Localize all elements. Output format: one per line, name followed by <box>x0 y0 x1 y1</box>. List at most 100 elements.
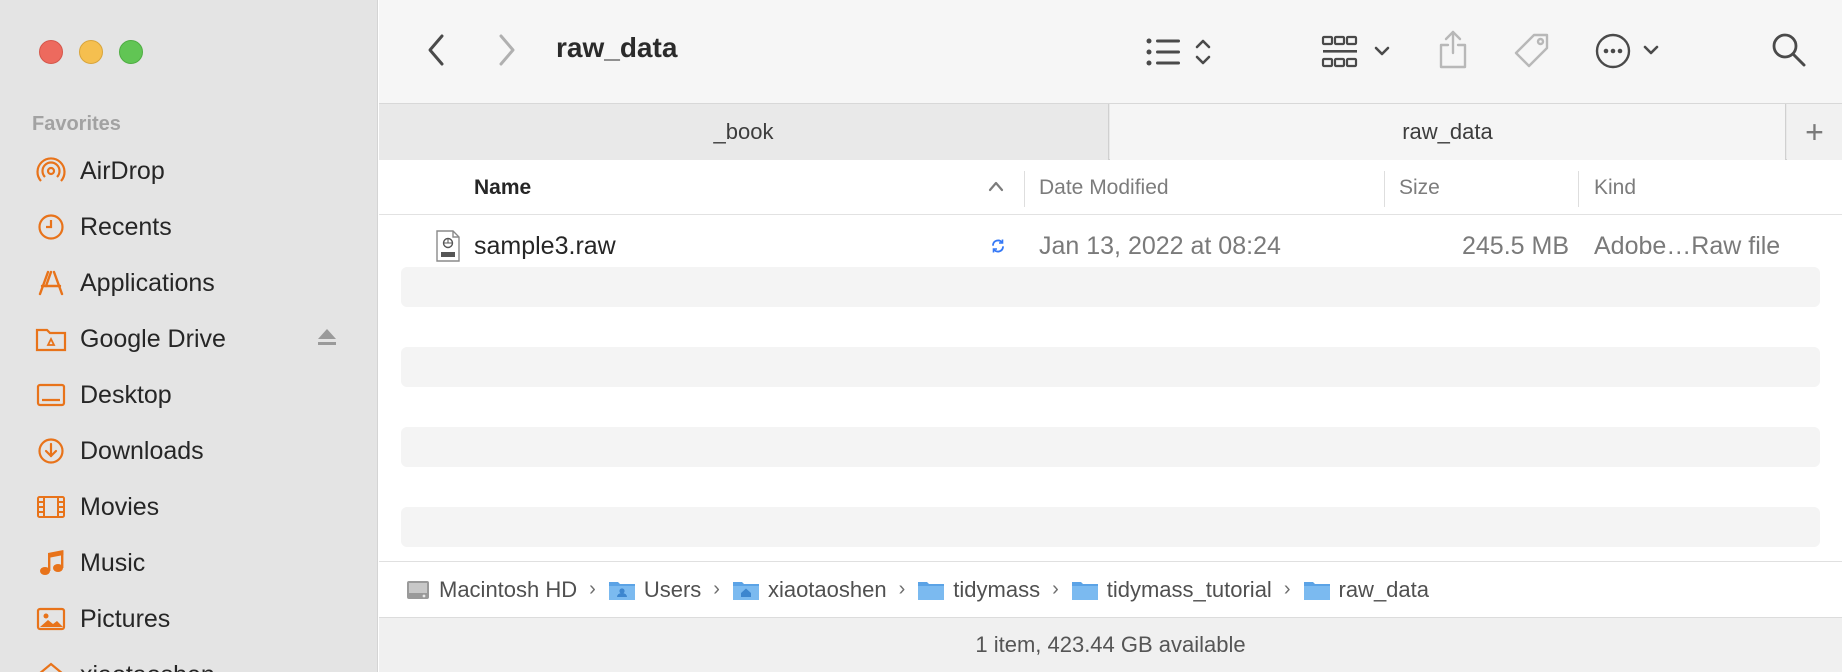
music-note-icon <box>32 547 70 579</box>
share-button[interactable] <box>1435 28 1471 72</box>
sidebar-item-movies[interactable]: Movies <box>32 482 352 532</box>
empty-row <box>401 507 1820 547</box>
ellipsis-circle-icon <box>1595 33 1659 69</box>
picture-icon <box>32 603 70 635</box>
sidebar-item-label: Google Drive <box>80 324 226 353</box>
folder-icon <box>917 578 945 602</box>
path-item-raw-data[interactable]: raw_data <box>1303 576 1430 603</box>
sidebar: Favorites AirDrop Recents Applications G… <box>0 0 378 672</box>
sidebar-item-label: Desktop <box>80 380 172 409</box>
sidebar-item-home[interactable]: xiaotaoshen <box>32 650 352 672</box>
applications-icon <box>32 267 70 299</box>
folder-icon <box>1071 578 1099 602</box>
more-actions-button[interactable] <box>1595 30 1671 72</box>
sidebar-item-label: Pictures <box>80 604 171 633</box>
sidebar-section-favorites: Favorites <box>32 113 121 135</box>
file-row[interactable]: sample3.raw Jan 13, 2022 at 08:24 245.5 … <box>379 226 1842 266</box>
sidebar-item-label: Downloads <box>80 436 204 465</box>
close-window-button[interactable] <box>39 40 63 64</box>
back-button[interactable] <box>421 32 451 68</box>
list-view-icon <box>1146 38 1211 66</box>
film-icon <box>32 491 70 523</box>
sidebar-item-label: xiaotaoshen <box>80 661 215 672</box>
path-item-macintosh-hd[interactable]: Macintosh HD <box>405 577 577 603</box>
column-header-name[interactable]: Name <box>474 161 531 215</box>
sidebar-item-desktop[interactable]: Desktop <box>32 370 352 420</box>
path-item-label: tidymass <box>953 576 1041 602</box>
empty-row <box>401 267 1820 307</box>
path-item-label: tidymass_tutorial <box>1106 576 1272 602</box>
users-folder-icon <box>608 578 636 602</box>
tag-icon <box>1514 33 1549 68</box>
zoom-window-button[interactable] <box>119 40 143 64</box>
search-icon <box>1772 33 1806 67</box>
tab-book[interactable]: _book <box>379 104 1109 160</box>
path-item-tidymass[interactable]: tidymass <box>917 577 1040 603</box>
file-size: 245.5 MB <box>1461 231 1569 260</box>
view-mode-list-button[interactable] <box>1144 32 1224 72</box>
minimize-window-button[interactable] <box>79 40 103 64</box>
sidebar-item-applications[interactable]: Applications <box>32 258 352 308</box>
home-icon <box>32 659 70 672</box>
hard-drive-icon <box>405 577 431 603</box>
share-icon <box>1439 30 1467 69</box>
path-item-users[interactable]: Users <box>608 577 701 603</box>
column-header-row: Name Date Modified Size Kind <box>379 161 1842 215</box>
sidebar-item-label: AirDrop <box>80 156 165 185</box>
sync-status-icon <box>990 238 1006 259</box>
chevron-right-icon <box>499 34 515 66</box>
grid-group-icon <box>1321 35 1390 68</box>
desktop-icon <box>32 379 70 411</box>
column-header-kind[interactable]: Kind <box>1594 161 1636 215</box>
column-header-date-modified[interactable]: Date Modified <box>1039 161 1169 215</box>
tab-raw-data[interactable]: raw_data <box>1110 104 1786 160</box>
sidebar-item-google-drive[interactable]: Google Drive <box>32 314 352 364</box>
google-drive-folder-icon <box>32 323 70 355</box>
file-date-modified: Jan 13, 2022 at 08:24 <box>1039 231 1281 260</box>
file-list: sample3.raw Jan 13, 2022 at 08:24 245.5 … <box>379 216 1842 561</box>
path-item-label: raw_data <box>1338 576 1430 602</box>
path-separator: › <box>1052 578 1059 600</box>
column-divider[interactable] <box>1384 171 1385 207</box>
sidebar-item-downloads[interactable]: Downloads <box>32 426 352 476</box>
status-bar: 1 item, 423.44 GB available <box>379 617 1842 672</box>
search-button[interactable] <box>1769 30 1809 70</box>
tags-button[interactable] <box>1511 30 1553 72</box>
sidebar-item-music[interactable]: Music <box>32 538 352 588</box>
window-title: raw_data <box>556 32 678 63</box>
sidebar-item-label: Applications <box>80 268 215 297</box>
airdrop-icon <box>32 155 70 187</box>
sidebar-item-label: Movies <box>80 492 160 521</box>
home-folder-icon <box>732 578 760 602</box>
sidebar-item-recents[interactable]: Recents <box>32 202 352 252</box>
group-by-button[interactable] <box>1321 32 1401 72</box>
tab-bar: _book raw_data + <box>379 104 1842 160</box>
empty-row <box>401 427 1820 467</box>
path-item-label: xiaotaoshen <box>767 576 887 602</box>
path-item-home[interactable]: xiaotaoshen <box>732 577 887 603</box>
raw-file-icon <box>435 230 461 267</box>
folder-icon <box>1303 578 1331 602</box>
chevron-left-icon <box>428 34 444 66</box>
column-divider[interactable] <box>1578 171 1579 207</box>
sidebar-item-label: Recents <box>80 212 172 241</box>
sidebar-item-airdrop[interactable]: AirDrop <box>32 146 352 196</box>
downloads-icon <box>32 435 70 467</box>
path-item-tidymass-tutorial[interactable]: tidymass_tutorial <box>1071 577 1272 603</box>
toolbar: raw_data <box>379 0 1842 104</box>
column-header-size[interactable]: Size <box>1399 161 1440 215</box>
eject-icon[interactable] <box>316 327 338 352</box>
forward-button[interactable] <box>492 32 522 68</box>
path-separator: › <box>1283 578 1291 600</box>
sort-ascending-icon[interactable] <box>987 179 1005 198</box>
path-separator: › <box>589 578 596 600</box>
path-item-label: Macintosh HD <box>439 576 578 602</box>
path-separator: › <box>713 578 720 600</box>
clock-icon <box>32 211 70 243</box>
sidebar-item-pictures[interactable]: Pictures <box>32 594 352 644</box>
column-divider[interactable] <box>1024 171 1025 207</box>
sidebar-item-label: Music <box>80 548 146 577</box>
path-item-label: Users <box>643 576 702 602</box>
file-kind: Adobe…Raw file <box>1594 231 1781 260</box>
new-tab-button[interactable]: + <box>1787 104 1842 160</box>
